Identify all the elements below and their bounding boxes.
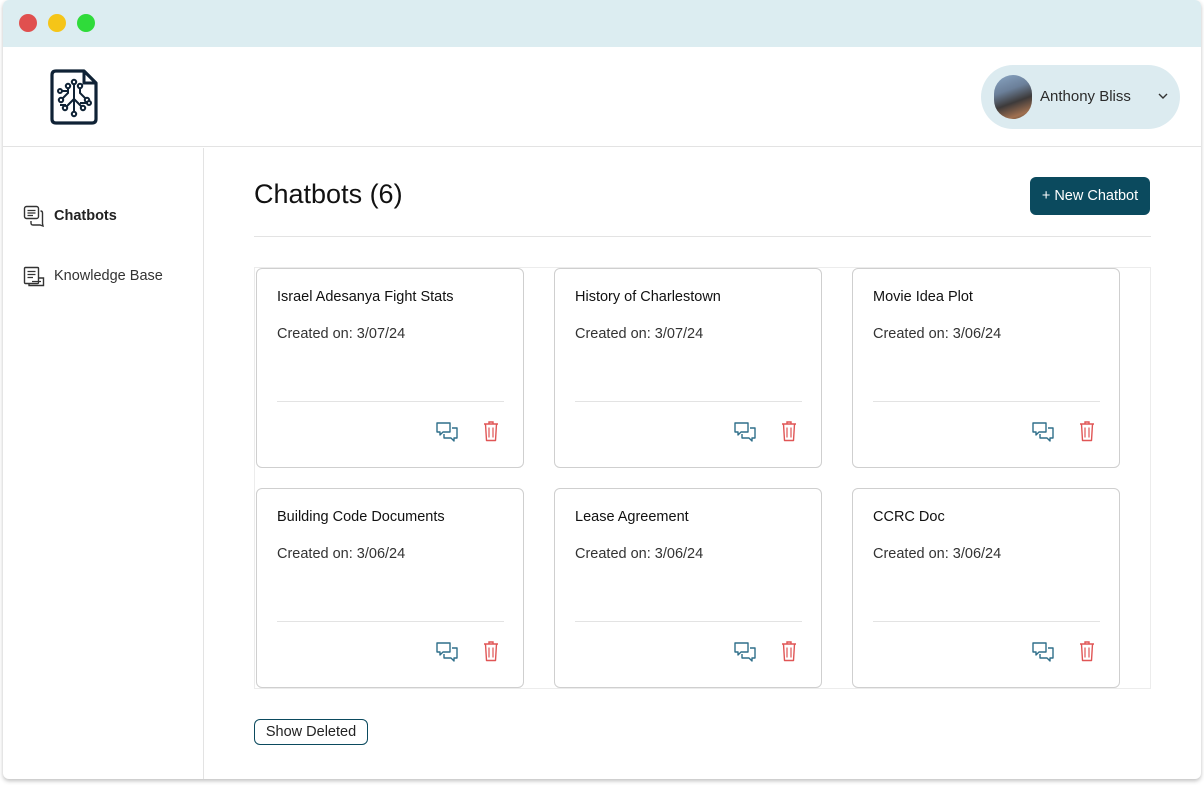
chatbot-name: Movie Idea Plot <box>873 289 973 305</box>
chat-bubbles-icon[interactable] <box>1031 640 1055 664</box>
page-title: Chatbots (6) <box>254 179 403 209</box>
chatbot-card[interactable]: History of Charlestown Created on: 3/07/… <box>554 268 822 468</box>
chat-bubbles-icon[interactable] <box>435 420 459 444</box>
chatbot-card[interactable]: Movie Idea Plot Created on: 3/06/24 <box>852 268 1120 468</box>
chatbot-name: CCRC Doc <box>873 509 945 525</box>
sidebar-item-label: Chatbots <box>54 208 117 224</box>
chatbot-grid: Israel Adesanya Fight Stats Created on: … <box>254 267 1151 689</box>
trash-icon[interactable] <box>483 420 499 442</box>
divider <box>254 236 1151 237</box>
created-date: Created on: 3/07/24 <box>277 326 406 342</box>
chat-bubbles-icon[interactable] <box>733 420 757 444</box>
user-menu[interactable]: Anthony Bliss <box>981 65 1180 129</box>
chatbot-name: Lease Agreement <box>575 509 689 525</box>
main-content: Chatbots (6) + New Chatbot Israel Adesan… <box>205 148 1201 779</box>
sidebar-item-knowledge-base[interactable]: Knowledge Base <box>23 264 163 288</box>
show-deleted-button[interactable]: Show Deleted <box>254 719 368 745</box>
chat-bubbles-icon[interactable] <box>435 640 459 664</box>
chat-list-icon <box>23 205 44 227</box>
sidebar-item-label: Knowledge Base <box>54 268 163 284</box>
chat-bubbles-icon[interactable] <box>1031 420 1055 444</box>
app-header: Anthony Bliss <box>3 47 1201 147</box>
created-date: Created on: 3/07/24 <box>575 326 704 342</box>
trash-icon[interactable] <box>1079 640 1095 662</box>
chatbot-name: History of Charlestown <box>575 289 721 305</box>
created-date: Created on: 3/06/24 <box>873 326 1002 342</box>
chatbot-name: Building Code Documents <box>277 509 445 525</box>
chatbot-card[interactable]: Lease Agreement Created on: 3/06/24 <box>554 488 822 688</box>
card-divider <box>575 621 802 622</box>
close-window-button[interactable] <box>19 14 37 32</box>
avatar <box>994 75 1032 119</box>
created-date: Created on: 3/06/24 <box>873 546 1002 562</box>
maximize-window-button[interactable] <box>77 14 95 32</box>
document-stack-icon <box>23 266 45 287</box>
card-divider <box>575 401 802 402</box>
circuit-document-logo-icon[interactable] <box>48 69 100 125</box>
chevron-down-icon[interactable] <box>1156 89 1170 103</box>
created-date: Created on: 3/06/24 <box>575 546 704 562</box>
sidebar: Chatbots Knowledge Base <box>3 148 204 779</box>
card-divider <box>277 401 504 402</box>
card-divider <box>873 401 1100 402</box>
created-date: Created on: 3/06/24 <box>277 546 406 562</box>
trash-icon[interactable] <box>1079 420 1095 442</box>
sidebar-item-chatbots[interactable]: Chatbots <box>23 204 117 228</box>
chatbot-card[interactable]: Israel Adesanya Fight Stats Created on: … <box>256 268 524 468</box>
trash-icon[interactable] <box>781 640 797 662</box>
card-divider <box>277 621 504 622</box>
chatbot-card[interactable]: Building Code Documents Created on: 3/06… <box>256 488 524 688</box>
chat-bubbles-icon[interactable] <box>733 640 757 664</box>
app-window: Anthony Bliss Chatbots Knowledge Base Ch… <box>3 0 1201 779</box>
chatbot-card[interactable]: CCRC Doc Created on: 3/06/24 <box>852 488 1120 688</box>
trash-icon[interactable] <box>483 640 499 662</box>
card-divider <box>873 621 1100 622</box>
minimize-window-button[interactable] <box>48 14 66 32</box>
trash-icon[interactable] <box>781 420 797 442</box>
new-chatbot-button[interactable]: + New Chatbot <box>1030 177 1150 215</box>
title-bar <box>3 0 1201 47</box>
chatbot-name: Israel Adesanya Fight Stats <box>277 289 454 305</box>
user-name: Anthony Bliss <box>1040 88 1131 105</box>
